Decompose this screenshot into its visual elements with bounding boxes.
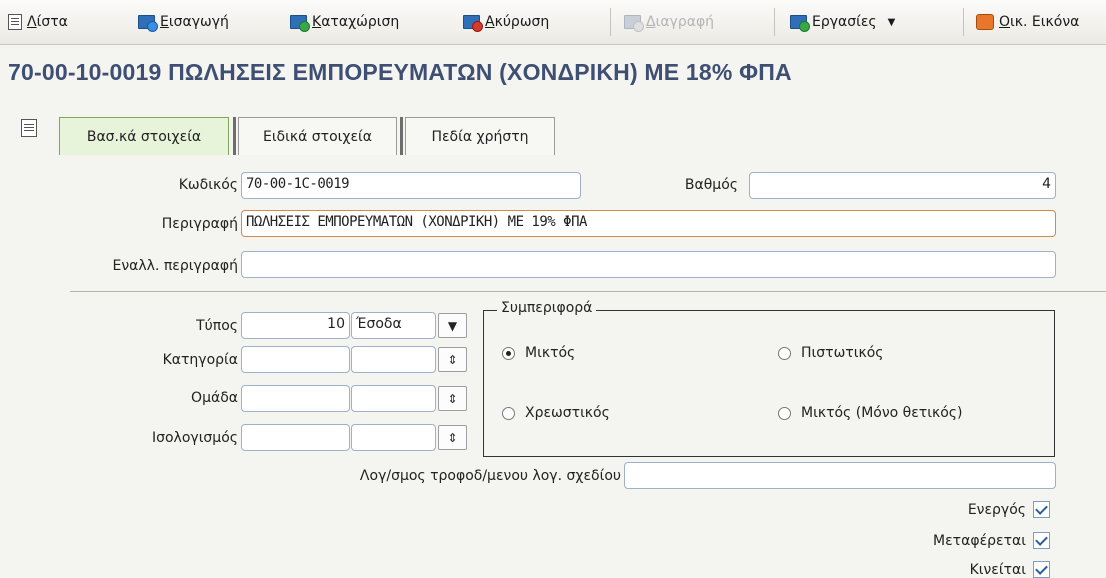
description-label: Περιγραφή bbox=[161, 216, 238, 232]
tasks-dropdown[interactable]: Εργασίες ▼ bbox=[790, 11, 895, 33]
balance-sheet-name-field[interactable] bbox=[351, 424, 436, 451]
code-label: Κωδικός bbox=[178, 177, 238, 193]
type-label: Τύπος bbox=[196, 318, 238, 334]
list-icon bbox=[8, 14, 22, 30]
radio-button bbox=[502, 406, 515, 420]
tab-special-info[interactable]: Ειδικά στοιχεία bbox=[238, 117, 397, 155]
group-dropdown-button[interactable]: ⇕ bbox=[438, 386, 467, 411]
economic-picture-button[interactable]: Οικ. Εικόνα bbox=[976, 11, 1079, 33]
tab-user-fields[interactable]: Πεδία χρήστη bbox=[405, 117, 555, 155]
double-chevron-icon: ⇕ bbox=[447, 391, 458, 406]
double-chevron-icon: ⇕ bbox=[447, 430, 458, 445]
group-label: Ομάδα bbox=[191, 390, 238, 406]
modified-plan-field[interactable] bbox=[624, 462, 1056, 489]
type-code-field[interactable]: 10 bbox=[241, 312, 350, 339]
radio-button-checked bbox=[502, 346, 515, 360]
toolbar: Λίστα Εισαγωγή Καταχώριση Ακύρωση Διαγρα… bbox=[0, 0, 1106, 45]
transferred-label: Μεταφέρεται bbox=[933, 533, 1026, 549]
balance-sheet-label: Ισολογισμός bbox=[151, 430, 238, 446]
description-field[interactable]: ΠΩΛΗΣΕΙΣ ΕΜΠΟΡΕΥΜΑΤΩΝ (ΧΟΝΔΡΙΚΗ) ΜΕ 19% … bbox=[241, 210, 1056, 237]
double-chevron-icon: ⇕ bbox=[447, 352, 458, 367]
transferred-checkbox[interactable] bbox=[1033, 532, 1050, 549]
economic-picture-icon bbox=[976, 14, 994, 30]
category-dropdown-button[interactable]: ⇕ bbox=[438, 347, 467, 372]
page-title: 70-00-10-0019 ΠΩΛΗΣΕΙΣ ΕΜΠΟΡΕΥΜΑΤΩΝ (ΧΟΝ… bbox=[8, 59, 792, 85]
divider bbox=[70, 291, 1106, 292]
code-field[interactable]: 70-00-1C-0019 bbox=[241, 172, 581, 199]
type-dropdown-button[interactable]: ▼ bbox=[438, 313, 467, 338]
tasks-icon bbox=[790, 15, 810, 32]
type-name-field[interactable]: Έσοδα bbox=[351, 312, 436, 339]
save-icon bbox=[290, 15, 310, 32]
radio-button bbox=[778, 406, 791, 420]
save-button[interactable]: Καταχώριση bbox=[290, 11, 399, 33]
radio-mixed-positive[interactable]: Μικτός (Μόνο θετικός) bbox=[778, 405, 962, 421]
delete-icon bbox=[624, 15, 644, 32]
toolbar-separator bbox=[774, 8, 775, 36]
balance-sheet-dropdown-button[interactable]: ⇕ bbox=[438, 425, 467, 450]
category-name-field[interactable] bbox=[351, 346, 436, 373]
document-icon[interactable] bbox=[21, 119, 37, 137]
delete-button[interactable]: Διαγραφή bbox=[624, 11, 714, 33]
list-button[interactable]: Λίστα bbox=[8, 11, 68, 33]
import-icon bbox=[138, 15, 158, 32]
radio-button bbox=[778, 346, 791, 360]
active-checkbox[interactable] bbox=[1033, 501, 1050, 518]
chevron-down-icon: ▼ bbox=[887, 16, 896, 28]
behavior-group bbox=[483, 310, 1055, 457]
modified-plan-label: Λογ/σμος τροφοδ/μενου λογ. σχεδίου bbox=[359, 468, 621, 484]
cancel-button[interactable]: Ακύρωση bbox=[463, 11, 549, 33]
alt-description-label: Εναλλ. περιγραφή bbox=[112, 258, 239, 274]
tab-separator bbox=[233, 117, 236, 155]
tab-separator bbox=[400, 117, 403, 155]
moves-checkbox[interactable] bbox=[1033, 561, 1050, 578]
cancel-icon bbox=[463, 15, 483, 32]
radio-credit[interactable]: Πιστωτικός bbox=[778, 345, 884, 361]
moves-label: Κινείται bbox=[969, 562, 1026, 578]
chevron-down-icon: ▼ bbox=[447, 318, 458, 333]
group-name-field[interactable] bbox=[351, 385, 436, 412]
group-code-field[interactable] bbox=[241, 385, 350, 412]
category-label: Κατηγορία bbox=[162, 352, 238, 368]
level-field[interactable]: 4 bbox=[749, 172, 1056, 199]
tab-basic-info[interactable]: Βασ.κά στοιχεία bbox=[59, 117, 229, 155]
toolbar-separator bbox=[610, 8, 611, 36]
active-label: Ενεργός bbox=[967, 502, 1026, 518]
radio-mixed[interactable]: Μικτός bbox=[502, 345, 575, 361]
alt-description-field[interactable] bbox=[241, 251, 1056, 278]
balance-sheet-code-field[interactable] bbox=[241, 424, 350, 451]
import-button[interactable]: Εισαγωγή bbox=[138, 11, 229, 33]
behavior-legend: Συμπεριφορά bbox=[497, 300, 597, 316]
category-code-field[interactable] bbox=[241, 346, 350, 373]
radio-debit[interactable]: Χρεωστικός bbox=[502, 405, 610, 421]
toolbar-separator bbox=[963, 8, 964, 36]
level-label: Βαθμός bbox=[684, 177, 738, 193]
